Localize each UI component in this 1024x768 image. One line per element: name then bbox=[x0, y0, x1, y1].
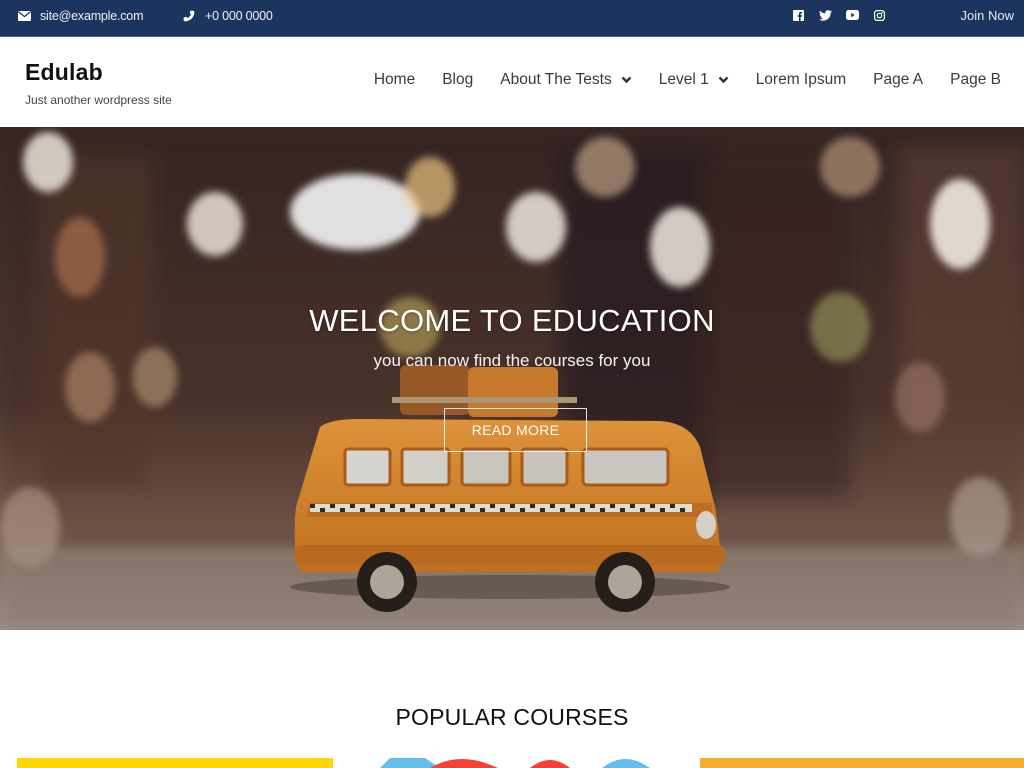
nav-label: Lorem Ipsum bbox=[755, 71, 847, 88]
nav-label: Level 1 bbox=[658, 71, 709, 88]
hero-background-image bbox=[0, 127, 1024, 630]
site-tagline: Just another wordpress site bbox=[25, 93, 172, 107]
nav-item-blog[interactable]: Blog bbox=[442, 71, 473, 89]
course-card-2-graphic[interactable] bbox=[370, 758, 670, 768]
nav-item-page-b[interactable]: Page B bbox=[950, 71, 1001, 89]
read-more-button[interactable]: READ MORE bbox=[444, 408, 587, 452]
nav-label: Page B bbox=[950, 71, 1001, 88]
blue-hexagon-shape bbox=[380, 758, 440, 768]
red-circle-shape bbox=[530, 760, 570, 768]
phone-text: +0 000 0000 bbox=[205, 8, 273, 23]
chevron-down-icon[interactable] bbox=[621, 74, 633, 86]
hero-banner: WELCOME TO EDUCATION you can now find th… bbox=[0, 127, 1024, 630]
phone-icon bbox=[182, 9, 196, 23]
nav-label: About The Tests bbox=[500, 71, 612, 88]
nav-label: Home bbox=[373, 71, 416, 88]
site-header: Edulab Just another wordpress site Home … bbox=[0, 38, 1024, 127]
blue-hexagon-shape bbox=[602, 759, 650, 768]
course-card-3[interactable] bbox=[700, 758, 1024, 768]
nav-item-home[interactable]: Home bbox=[374, 71, 415, 89]
nav-label: Blog bbox=[442, 71, 474, 88]
envelope-icon bbox=[17, 9, 31, 23]
email-text: site@example.com bbox=[40, 8, 144, 23]
nav-item-about-the-tests[interactable]: About The Tests bbox=[500, 71, 632, 89]
top-bar: site@example.com +0 000 0000 Join Now bbox=[0, 0, 1024, 37]
join-now-link[interactable]: Join Now bbox=[961, 0, 1014, 31]
nav-item-level-1[interactable]: Level 1 bbox=[659, 71, 730, 89]
nav-item-page-a[interactable]: Page A bbox=[873, 71, 923, 89]
hero-title: WELCOME TO EDUCATION bbox=[309, 303, 715, 338]
facebook-icon[interactable] bbox=[791, 8, 805, 22]
course-card-1[interactable] bbox=[17, 758, 333, 768]
popular-courses-heading: POPULAR COURSES bbox=[395, 704, 629, 730]
twitter-icon[interactable] bbox=[818, 8, 832, 22]
nav-item-lorem-ipsum[interactable]: Lorem Ipsum bbox=[756, 71, 846, 89]
red-circle-shape bbox=[430, 759, 498, 768]
chevron-down-icon[interactable] bbox=[718, 74, 730, 86]
contact-phone[interactable]: +0 000 0000 bbox=[182, 0, 273, 31]
youtube-icon[interactable] bbox=[845, 8, 859, 22]
hero-subtitle: you can now find the courses for you bbox=[373, 351, 651, 370]
social-links bbox=[791, 8, 886, 22]
main-navigation: Home Blog About The Tests Level 1 Lorem … bbox=[374, 68, 1024, 92]
nav-label: Page A bbox=[873, 71, 924, 88]
instagram-icon[interactable] bbox=[872, 8, 886, 22]
site-title[interactable]: Edulab bbox=[25, 59, 172, 86]
contact-email[interactable]: site@example.com bbox=[17, 0, 143, 31]
site-branding: Edulab Just another wordpress site bbox=[25, 59, 172, 107]
